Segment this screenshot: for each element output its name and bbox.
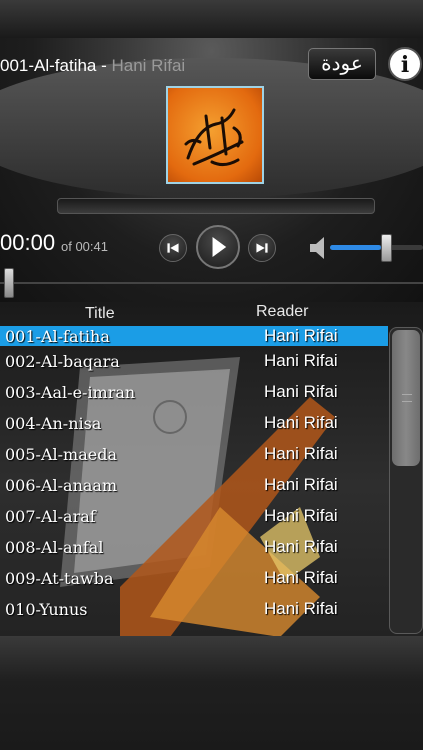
skip-next-icon (256, 243, 268, 253)
list-item-reader: Hani Rifai (264, 413, 338, 432)
list-item-reader: Hani Rifai (264, 326, 338, 345)
list-item-reader: Hani Rifai (264, 568, 338, 587)
total-time: of 00:41 (61, 239, 108, 254)
list-item-title: 007-Al-araf (5, 507, 96, 526)
list-item-reader: Hani Rifai (264, 475, 338, 494)
track-name: 001-Al-fatiha - (0, 56, 112, 75)
list-item-title: 004-An-nisa (5, 414, 102, 433)
list-item[interactable]: 003-Aal-e-imran Hani Rifai (0, 377, 388, 408)
list-item[interactable]: 009-At-tawba Hani Rifai (0, 563, 388, 594)
speaker-icon (310, 237, 324, 259)
list-item-reader: Hani Rifai (264, 599, 338, 618)
list-item-title: 002-Al-baqara (5, 352, 120, 371)
download-progress-bar (57, 198, 375, 214)
list-item-reader: Hani Rifai (264, 506, 338, 525)
volume-fill (330, 245, 382, 250)
status-bar (0, 0, 423, 38)
list-item-reader: Hani Rifai (264, 537, 338, 556)
now-playing-title: 001-Al-fatiha - Hani Rifai (0, 56, 185, 76)
back-button[interactable]: عودة (308, 48, 376, 80)
scrollbar[interactable] (389, 327, 423, 634)
list-item-title: 006-Al-anaam (5, 476, 118, 495)
info-icon[interactable]: i (388, 47, 422, 81)
list-item-reader: Hani Rifai (264, 351, 338, 370)
play-icon (212, 237, 227, 257)
track-rows: 001-Al-fatiha Hani Rifai 002-Al-baqara Hani… (0, 326, 388, 625)
seek-knob[interactable] (4, 268, 14, 298)
list-header: Title Reader (0, 302, 423, 326)
list-item[interactable]: 002-Al-baqara Hani Rifai (0, 346, 388, 377)
next-track-button[interactable] (248, 234, 276, 262)
list-item[interactable]: 001-Al-fatiha Hani Rifai (0, 326, 388, 346)
list-item[interactable]: 005-Al-maeda Hani Rifai (0, 439, 388, 470)
list-item-title: 009-At-tawba (5, 569, 114, 588)
list-item-title: 005-Al-maeda (5, 445, 117, 464)
list-item-reader: Hani Rifai (264, 382, 338, 401)
previous-track-button[interactable] (159, 234, 187, 262)
list-item-title: 001-Al-fatiha (5, 327, 110, 346)
column-header-title: Title (85, 305, 115, 322)
track-list: Title Reader 001-Al-fatiha Hani Rifai 002-… (0, 302, 423, 636)
track-reader: Hani Rifai (111, 56, 186, 75)
column-header-reader: Reader (256, 303, 309, 320)
list-item-title: 010-Yunus (5, 600, 88, 619)
list-item-title: 003-Aal-e-imran (5, 383, 136, 402)
list-item[interactable]: 008-Al-anfal Hani Rifai (0, 532, 388, 563)
calligraphy-icon (184, 108, 244, 167)
seek-track[interactable] (0, 282, 423, 284)
volume-knob[interactable] (381, 234, 392, 262)
scrollbar-thumb[interactable] (392, 330, 420, 466)
elapsed-time: 00:00 (0, 230, 56, 255)
volume-slider[interactable] (330, 245, 423, 250)
list-item-reader: Hani Rifai (264, 444, 338, 463)
grip-icon (402, 394, 412, 402)
list-item[interactable]: 004-An-nisa Hani Rifai (0, 408, 388, 439)
list-item[interactable]: 007-Al-araf Hani Rifai (0, 501, 388, 532)
list-item[interactable]: 010-Yunus Hani Rifai (0, 594, 388, 625)
list-item-title: 008-Al-anfal (5, 538, 104, 557)
album-cover-calligraphy (166, 86, 264, 184)
list-item[interactable]: 006-Al-anaam Hani Rifai (0, 470, 388, 501)
player-panel: 001-Al-fatiha - Hani Rifai عودة i 00:00 … (0, 38, 423, 302)
skip-previous-icon (167, 243, 179, 253)
play-button[interactable] (196, 225, 240, 269)
bottom-bar (0, 636, 423, 750)
